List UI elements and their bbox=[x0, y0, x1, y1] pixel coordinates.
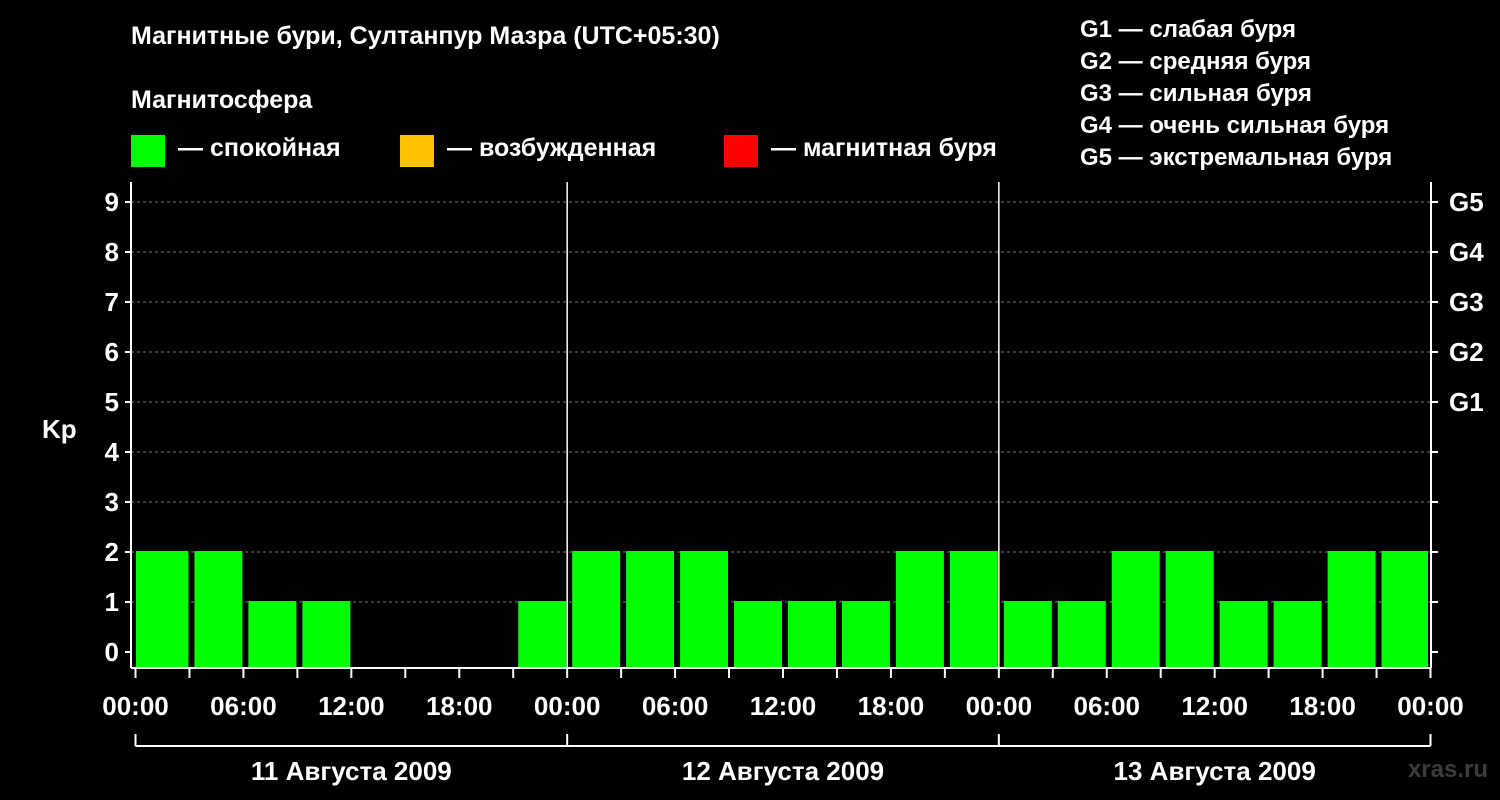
grid-layer bbox=[131, 182, 1431, 668]
y-tick-label: 4 bbox=[105, 437, 120, 467]
kp-bar bbox=[895, 551, 944, 668]
kp-bar bbox=[1327, 551, 1376, 668]
y-tick-label: 5 bbox=[105, 387, 119, 417]
y-tick-label: 3 bbox=[105, 487, 119, 517]
x-tick-label: 12:00 bbox=[318, 691, 385, 721]
kp-bar bbox=[1003, 601, 1052, 668]
y-tick-label: 6 bbox=[105, 337, 119, 367]
kp-bar bbox=[302, 601, 351, 668]
x-tick-label: 12:00 bbox=[1181, 691, 1248, 721]
g-tick-label: G2 bbox=[1449, 337, 1484, 367]
kp-bar bbox=[136, 551, 189, 668]
y-axis-label: Kp bbox=[42, 414, 77, 444]
kp-bar bbox=[1057, 601, 1106, 668]
axis-layer: 0 1 2 3 4 5 6 7 8 9 G1 G2 G3 G4 G5 00:00 06:00 12:00 18:00… bbox=[102, 182, 1484, 786]
bar-layer bbox=[136, 551, 1428, 668]
kp-bar bbox=[1111, 551, 1160, 668]
x-tick-label: 18:00 bbox=[426, 691, 493, 721]
g-tick-label: G5 bbox=[1449, 187, 1484, 217]
x-tick-label: 00:00 bbox=[1397, 691, 1464, 721]
y-tick-label: 1 bbox=[105, 587, 119, 617]
y-tick-label: 9 bbox=[105, 187, 119, 217]
x-tick-label: 18:00 bbox=[858, 691, 925, 721]
kp-bar bbox=[1165, 551, 1214, 668]
kp-bar bbox=[1219, 601, 1268, 668]
y-tick-label: 2 bbox=[105, 537, 119, 567]
x-tick-label: 12:00 bbox=[750, 691, 817, 721]
kp-chart: 0 1 2 3 4 5 6 7 8 9 G1 G2 G3 G4 G5 00:00 06:00 12:00 18:00… bbox=[42, 182, 1484, 786]
x-tick-label: 00:00 bbox=[966, 691, 1033, 721]
day-label: 12 Августа 2009 bbox=[682, 756, 884, 786]
x-tick-label: 06:00 bbox=[1074, 691, 1141, 721]
kp-bar bbox=[788, 601, 836, 668]
y-tick-label: 7 bbox=[105, 287, 119, 317]
x-tick-label: 18:00 bbox=[1289, 691, 1356, 721]
g-tick-label: G4 bbox=[1449, 237, 1484, 267]
kp-bar bbox=[1381, 551, 1428, 668]
kp-bar bbox=[572, 551, 621, 668]
g-tick-label: G3 bbox=[1449, 287, 1484, 317]
kp-bar bbox=[949, 551, 998, 668]
y-tick-label: 0 bbox=[105, 637, 119, 667]
x-tick-label: 00:00 bbox=[534, 691, 601, 721]
kp-bar bbox=[518, 601, 567, 668]
kp-bar bbox=[1273, 601, 1322, 668]
kp-bar bbox=[841, 601, 890, 668]
y-tick-label: 8 bbox=[105, 237, 119, 267]
kp-bar bbox=[734, 601, 782, 668]
x-tick-label: 06:00 bbox=[642, 691, 709, 721]
day-label: 13 Августа 2009 bbox=[1114, 756, 1316, 786]
x-tick-label: 00:00 bbox=[102, 691, 169, 721]
kp-bar bbox=[626, 551, 675, 668]
kp-bar bbox=[680, 551, 729, 668]
g-tick-label: G1 bbox=[1449, 387, 1484, 417]
kp-bar bbox=[248, 601, 297, 668]
x-tick-label: 06:00 bbox=[210, 691, 277, 721]
kp-bar bbox=[194, 551, 243, 668]
day-label: 11 Августа 2009 bbox=[251, 756, 452, 786]
